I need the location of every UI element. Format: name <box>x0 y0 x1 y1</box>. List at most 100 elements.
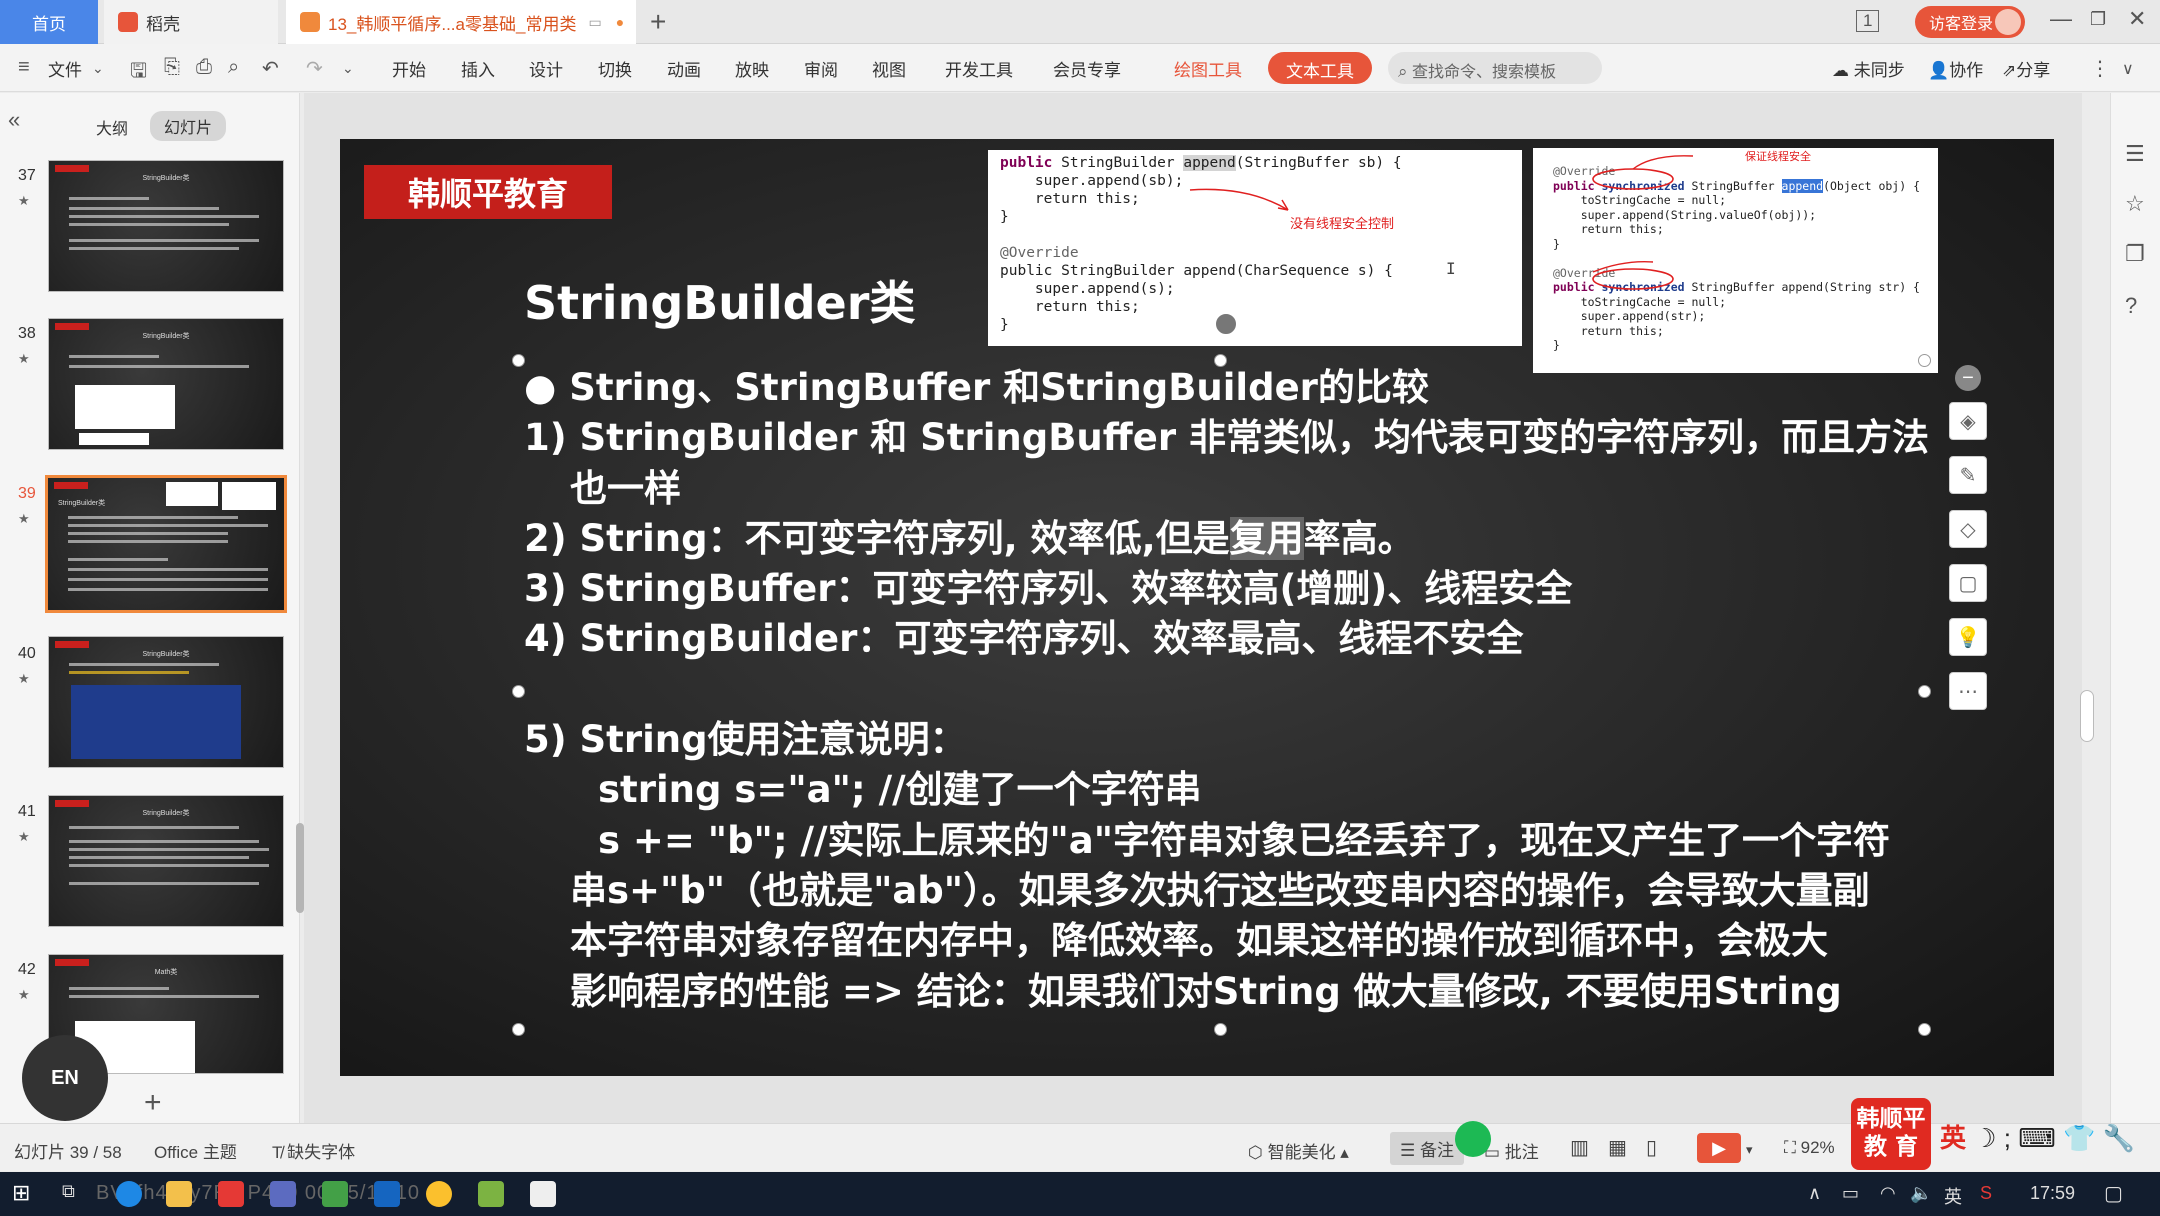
command-search-input[interactable]: ⌕ 查找命令、搜索模板 <box>1388 52 1602 84</box>
pen-icon[interactable]: ✎ <box>1949 456 1987 494</box>
input-language-badge[interactable]: EN <box>22 1035 108 1121</box>
normal-view-icon[interactable]: ▥ <box>1570 1135 1589 1160</box>
code-screenshot-stringbuilder[interactable]: public StringBuilder append(StringBuffer… <box>988 150 1522 346</box>
code-screenshot-stringbuffer[interactable]: @Override public synchronized StringBuff… <box>1533 148 1938 373</box>
rotate-handle[interactable] <box>1214 312 1238 336</box>
quick-access-chevron-icon[interactable]: ⌄ <box>342 60 354 77</box>
collapse-ribbon-icon[interactable]: ∨ <box>2122 59 2134 79</box>
grid-view-icon[interactable]: ▦ <box>1608 1135 1627 1160</box>
slide-title[interactable]: StringBuilder类 <box>524 267 915 333</box>
undo-icon[interactable]: ↶ <box>262 56 279 81</box>
frame-icon[interactable]: ▢ <box>1949 564 1987 602</box>
resize-handle[interactable] <box>512 685 525 698</box>
tab-animation[interactable]: 动画 <box>667 56 701 81</box>
sync-status[interactable]: ☁ 未同步 <box>1832 56 1905 81</box>
wifi-icon[interactable]: ◠ <box>1880 1183 1896 1204</box>
terminal-icon[interactable] <box>322 1181 348 1207</box>
resize-handle[interactable] <box>512 354 525 367</box>
print-icon[interactable]: ⎙ <box>196 56 212 79</box>
menu-icon[interactable]: ≡ <box>18 56 30 79</box>
preview-icon[interactable]: ⌕ <box>228 56 239 79</box>
outline-view-tab[interactable]: 大纲 <box>96 115 128 139</box>
resize-handle[interactable] <box>1214 1023 1227 1036</box>
add-slide-button[interactable]: + <box>144 1086 162 1120</box>
tab-slideshow[interactable]: 放映 <box>735 56 769 81</box>
ime-english-mode[interactable]: 英 <box>1940 1123 1966 1153</box>
keyboard-icon[interactable]: ⌨ <box>2018 1123 2056 1153</box>
fill-icon[interactable]: ◇ <box>1949 510 1987 548</box>
moon-icon[interactable]: ☽ <box>1973 1123 1996 1153</box>
slide-thumbnail-39[interactable]: StringBuilder类 <box>45 475 287 613</box>
reading-view-icon[interactable]: ▯ <box>1646 1135 1657 1160</box>
missing-font[interactable]: T̸ 缺失字体 <box>272 1138 355 1163</box>
tab-draw-tools[interactable]: 绘图工具 <box>1174 56 1242 81</box>
comment-button[interactable]: ▭ 批注 <box>1484 1138 1539 1163</box>
tab-view[interactable]: 视图 <box>872 56 906 81</box>
more-icon[interactable]: ⋯ <box>1949 672 1987 710</box>
volume-icon[interactable]: 🔈 <box>1910 1183 1932 1204</box>
login-button[interactable]: 访客登录 <box>1915 6 2025 38</box>
more-vertical-icon[interactable]: ⋮ <box>2090 56 2110 81</box>
copy-icon[interactable]: ❐ <box>2125 241 2145 267</box>
battery-icon[interactable]: ▭ <box>1842 1183 1859 1204</box>
tab-text-tools[interactable]: 文本工具 <box>1268 52 1372 84</box>
chevron-down-icon[interactable]: ⌄ <box>92 60 104 77</box>
new-tab-button[interactable]: + <box>650 6 666 38</box>
resize-handle[interactable] <box>1918 685 1931 698</box>
tab-developer[interactable]: 开发工具 <box>945 56 1013 81</box>
tab-presentation[interactable]: 13_韩顺平循序...a零基础_常用类 ▭ ● <box>286 0 636 44</box>
slides-view-tab[interactable]: 幻灯片 <box>150 111 227 141</box>
tab-start[interactable]: 开始 <box>392 56 426 81</box>
tab-member[interactable]: 会员专享 <box>1053 56 1121 81</box>
resize-handle[interactable] <box>1214 354 1227 367</box>
task-view-icon[interactable]: ⧉ <box>62 1181 75 1202</box>
restore-icon[interactable]: ❐ <box>2090 9 2106 30</box>
tab-daoke[interactable]: 稻壳 <box>104 0 278 44</box>
slide-thumbnail-37[interactable]: StringBuilder类 <box>48 160 284 292</box>
adjust-icon[interactable]: ☰ <box>2125 141 2145 167</box>
notification-icon[interactable]: ▢ <box>2104 1181 2123 1206</box>
file-menu[interactable]: 文件 <box>48 56 82 81</box>
ime-lang[interactable]: 英 <box>1944 1183 1962 1209</box>
tray-chevron-icon[interactable]: ∧ <box>1808 1183 1821 1204</box>
tab-home[interactable]: 首页 <box>0 0 98 44</box>
slide-thumbnail-38[interactable]: StringBuilder类 <box>48 318 284 450</box>
smart-beautify-button[interactable]: ⬡ 智能美化 ▴ <box>1248 1138 1349 1163</box>
slide-thumbnail-41[interactable]: StringBuilder类 <box>48 795 284 927</box>
theme-name[interactable]: Office 主题 <box>154 1138 237 1163</box>
sogou-ime-icon[interactable]: S <box>1980 1183 1992 1204</box>
play-options-chevron-icon[interactable]: ▾ <box>1746 1142 1753 1158</box>
page-indicator[interactable]: 1 <box>1856 10 1880 32</box>
slide-body-textbox[interactable]: ● String、StringBuffer 和StringBuilder的比较 … <box>524 363 1964 1017</box>
collapse-panel-icon[interactable]: « <box>8 107 20 133</box>
zoom-control[interactable]: ⛶ 92% <box>1784 1138 1835 1158</box>
shirt-icon[interactable]: 👕 <box>2063 1123 2095 1153</box>
notes-button[interactable]: ☰ 备注 <box>1390 1132 1464 1165</box>
star-icon[interactable]: ☆ <box>2125 191 2145 217</box>
layers-icon[interactable]: ◈ <box>1949 402 1987 440</box>
cmd-icon[interactable] <box>530 1181 556 1207</box>
save-icon[interactable]: 🖫 <box>130 56 147 90</box>
minimize-icon[interactable]: — <box>2050 6 2072 32</box>
resize-handle[interactable] <box>512 1023 525 1036</box>
edge-icon[interactable] <box>116 1181 142 1207</box>
redo-icon[interactable]: ↷ <box>306 56 323 81</box>
thumbnail-scrollbar[interactable] <box>296 823 304 913</box>
vertical-scrollbar[interactable] <box>2080 690 2094 742</box>
collaborate-button[interactable]: 👤协作 <box>1928 56 1983 81</box>
export-icon[interactable]: ⎘ <box>164 56 180 79</box>
tab-design[interactable]: 设计 <box>529 56 563 81</box>
tab-transition[interactable]: 切换 <box>598 56 632 81</box>
clock[interactable]: 17:59 <box>2030 1183 2075 1204</box>
chrome-icon[interactable] <box>426 1181 452 1207</box>
tab-insert[interactable]: 插入 <box>461 56 495 81</box>
punctuation-icon[interactable]: ; <box>2004 1123 2011 1153</box>
slide-canvas[interactable]: 韩顺平教育 StringBuilder类 public StringBuilde… <box>340 139 2054 1076</box>
file-explorer-icon[interactable] <box>166 1181 192 1207</box>
tab-review[interactable]: 审阅 <box>804 56 838 81</box>
xmind-icon[interactable] <box>218 1181 244 1207</box>
share-button[interactable]: ⇗分享 <box>2002 56 2050 81</box>
play-slideshow-button[interactable]: ▶ <box>1697 1133 1741 1163</box>
resize-handle[interactable] <box>1918 354 1931 367</box>
resize-handle[interactable] <box>1918 1023 1931 1036</box>
